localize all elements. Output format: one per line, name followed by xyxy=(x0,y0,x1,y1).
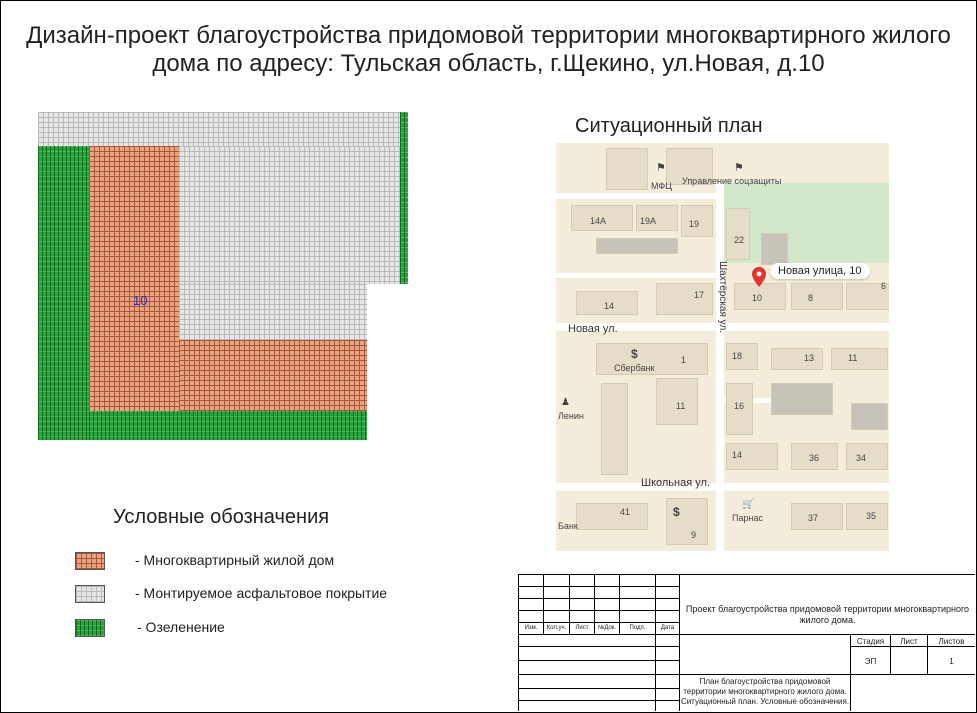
legend-label-building: - Многоквартирный жилой дом xyxy=(135,552,335,568)
stamp-sheet-label: Лист xyxy=(900,637,918,646)
stamp-line xyxy=(850,646,975,647)
residential-building xyxy=(89,146,179,411)
stamp-sheets-label: Листов xyxy=(938,637,965,646)
situational-plan-title: Ситуационный план xyxy=(575,115,763,137)
map-label-parnas: Парнас xyxy=(732,513,763,523)
map-label-flag-icon: ⚑ xyxy=(656,162,666,174)
map-label-mfc: МФЦ xyxy=(651,181,672,191)
dollar-icon: $ xyxy=(631,347,638,361)
road-mid xyxy=(556,273,716,278)
asphalt-inner xyxy=(179,146,400,284)
map-label: 36 xyxy=(809,453,820,463)
map-building xyxy=(846,443,888,470)
map-label: 18 xyxy=(732,351,743,361)
greenery-left xyxy=(38,146,89,440)
greenery-right-strip xyxy=(400,112,408,284)
map-building xyxy=(791,283,843,310)
legend-label-asphalt: - Монтируемое асфальтовое покрытие xyxy=(135,585,388,601)
map-label: 34 xyxy=(856,453,867,463)
marker-label-text: Новая улица, 10 xyxy=(778,265,862,277)
stamp-sheet-title: План благоустройства придомовой территор… xyxy=(680,677,850,706)
legend-swatch-asphalt xyxy=(75,585,105,603)
situational-map: ⚑ МФЦ ⚑ Управление соцзащиты 14А 19А 19 … xyxy=(556,143,889,551)
asphalt-top xyxy=(38,112,400,146)
stamp-line xyxy=(679,674,975,675)
map-label: 11 xyxy=(848,353,858,363)
map-building xyxy=(601,383,628,475)
stamp-header-list: Лист xyxy=(575,625,589,631)
map-label: 8 xyxy=(808,293,814,303)
shopping-cart-icon: 🛒 xyxy=(742,499,755,510)
location-pin-icon xyxy=(752,267,766,292)
road-top xyxy=(556,193,716,199)
page-title: Дизайн-проект благоустройства придомовой… xyxy=(0,22,977,78)
asphalt-inner-lower xyxy=(179,284,367,340)
map-label: 19А xyxy=(640,216,657,226)
map-building xyxy=(576,503,648,530)
stamp-line xyxy=(655,574,656,711)
road-shakhterskaya xyxy=(716,183,724,551)
stamp-stage-label: Стадия xyxy=(856,637,885,646)
residential-building-wing xyxy=(179,340,367,411)
map-label-lenin: Ленин xyxy=(558,411,584,421)
map-building xyxy=(851,403,888,430)
location-marker-label: Новая улица, 10 xyxy=(770,263,870,279)
map-label-sberbank: Сбербанк xyxy=(614,363,655,373)
map-building xyxy=(761,233,788,265)
stamp-project-title: Проект благоустройства придомовой террит… xyxy=(685,604,970,625)
stamp-header-kol: Кол.уч. xyxy=(546,625,567,631)
map-label: 35 xyxy=(866,511,877,521)
map-building xyxy=(656,283,713,315)
map-label: 9 xyxy=(691,530,697,540)
map-label: 19 xyxy=(689,219,700,229)
map-label: 1 xyxy=(681,355,687,365)
map-label: 41 xyxy=(620,507,631,517)
map-label: 14 xyxy=(732,450,743,460)
title-line-2: дома по адресу: Тульская область, г.Щеки… xyxy=(152,50,825,77)
stamp-header-podp: Подп. xyxy=(629,625,646,631)
title-block: Изм. Кол.уч. Лист №Док. Подп. Дата Проек… xyxy=(518,574,975,711)
stamp-header-data: Дата xyxy=(660,625,675,631)
map-building xyxy=(771,383,833,415)
map-label: 16 xyxy=(734,401,745,411)
building-number-label: 10 xyxy=(133,293,148,308)
map-building xyxy=(726,208,750,260)
stamp-stage-value: ЭП xyxy=(864,657,877,666)
map-label: 14 xyxy=(604,301,615,311)
map-label: 22 xyxy=(734,235,745,245)
map-label: 13 xyxy=(804,353,815,363)
map-label-flag-icon: ⚑ xyxy=(734,162,744,174)
map-building xyxy=(606,148,648,190)
legend-swatch-building xyxy=(75,552,105,570)
map-label-uprav: Управление соцзащиты xyxy=(682,176,782,186)
monument-icon: ♟ xyxy=(561,397,570,408)
legend-label-greenery: - Озеленение xyxy=(137,619,225,635)
map-label: 14А xyxy=(590,216,607,226)
greenery-bottom xyxy=(89,411,367,440)
map-label: 10 xyxy=(752,293,763,303)
map-label: 17 xyxy=(694,290,705,300)
map-street-shakhterskaya: Шахтёрская ул. xyxy=(717,261,728,334)
stamp-header-doc: №Док. xyxy=(597,625,617,631)
stamp-sheets-value: 1 xyxy=(949,657,954,666)
map-building xyxy=(596,238,678,254)
title-line-1: Дизайн-проект благоустройства придомовой… xyxy=(26,22,951,49)
map-building xyxy=(831,348,888,370)
map-street-shkolnaya: Школьная ул. xyxy=(641,477,710,489)
map-street-novaya: Новая ул. xyxy=(568,323,618,335)
stamp-header-izm: Изм. xyxy=(524,625,538,631)
stamp-border-top xyxy=(518,574,975,575)
dollar-icon: $ xyxy=(673,505,680,519)
map-label: 37 xyxy=(808,513,819,523)
map-label: 11 xyxy=(676,401,686,411)
map-building xyxy=(771,348,823,370)
stamp-line xyxy=(679,634,975,635)
map-label: 6 xyxy=(881,281,887,291)
legend-swatch-greenery xyxy=(75,619,105,637)
legend-title: Условные обозначения xyxy=(113,506,330,528)
stamp-border-left xyxy=(518,574,519,711)
road-shkolnaya xyxy=(556,483,889,491)
map-label-bank: Банк xyxy=(558,521,578,531)
